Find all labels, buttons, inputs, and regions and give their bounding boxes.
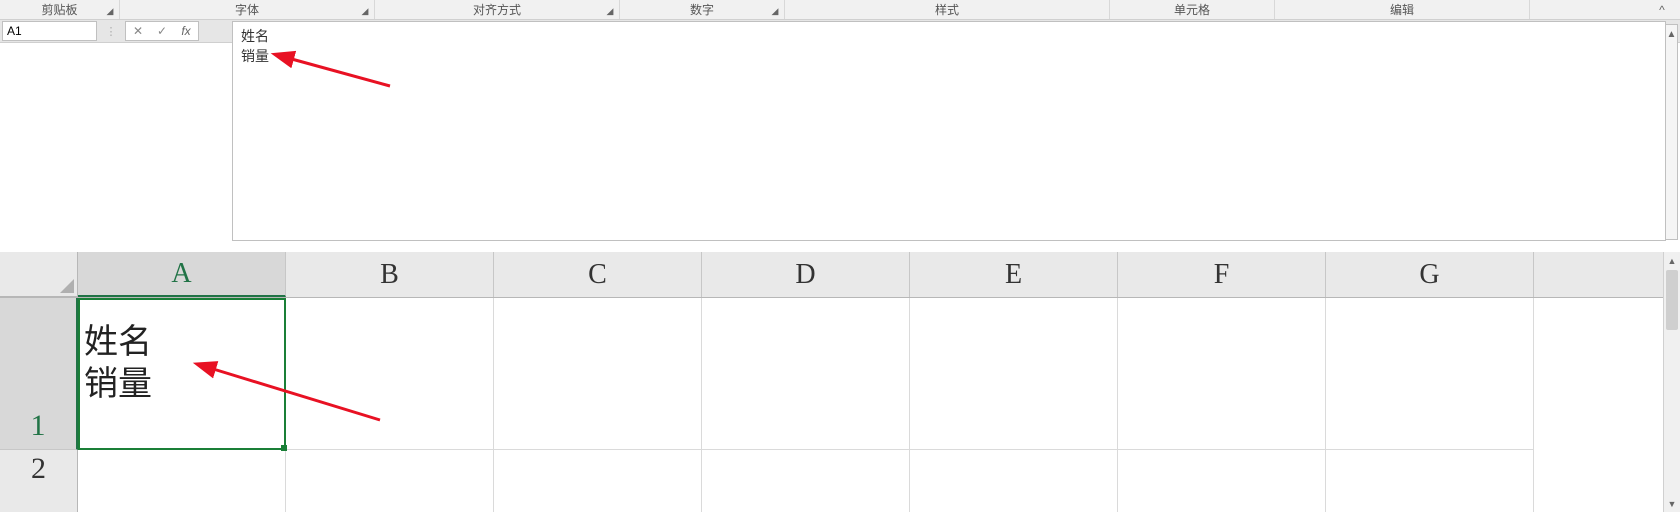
sheet-area: A B C D E F G 1 姓名 销量 2	[0, 252, 1680, 512]
cell-E1[interactable]	[910, 298, 1118, 450]
column-headers: A B C D E F G	[0, 252, 1663, 298]
grid[interactable]: A B C D E F G 1 姓名 销量 2	[0, 252, 1663, 512]
ribbon-group-label: 对齐方式	[375, 1, 619, 18]
cell-C1[interactable]	[494, 298, 702, 450]
select-all-corner[interactable]	[0, 252, 78, 297]
cell-F1[interactable]	[1118, 298, 1326, 450]
rows-wrap: 1 姓名 销量 2	[0, 298, 1663, 512]
ribbon-group-label: 剪贴板	[0, 1, 119, 18]
formula-bar-line1: 姓名	[241, 28, 269, 44]
ribbon-group-clipboard: 剪贴板 ◢	[0, 0, 120, 19]
ribbon-group-label: 编辑	[1275, 1, 1529, 18]
ribbon-group-number: 数字 ◢	[620, 0, 785, 19]
scroll-thumb[interactable]	[1666, 270, 1678, 330]
formula-bar-line2: 销量	[241, 48, 269, 64]
row-header-2[interactable]: 2	[0, 450, 78, 512]
column-header-B[interactable]: B	[286, 252, 494, 297]
grid-row-1: 1 姓名 销量	[0, 298, 1663, 450]
cell-G1[interactable]	[1326, 298, 1534, 450]
column-header-D[interactable]: D	[702, 252, 910, 297]
ribbon-group-label: 单元格	[1110, 1, 1274, 18]
row-header-1[interactable]: 1	[0, 298, 78, 450]
cell-E2[interactable]	[910, 450, 1118, 512]
cell-G2[interactable]	[1326, 450, 1534, 512]
ribbon-group-alignment: 对齐方式 ◢	[375, 0, 620, 19]
ribbon-group-label: 字体	[120, 1, 374, 18]
formula-bar-buttons: ✕ ✓ fx	[125, 21, 199, 41]
cancel-icon[interactable]: ✕	[126, 22, 150, 41]
dialog-launcher-icon[interactable]: ◢	[603, 4, 617, 18]
column-header-A[interactable]: A	[78, 252, 286, 297]
enter-icon[interactable]: ✓	[150, 22, 174, 41]
ribbon-group-cells: 单元格	[1110, 0, 1275, 19]
ribbon-group-editing: 编辑	[1275, 0, 1530, 19]
name-box[interactable]: ▼	[2, 21, 97, 41]
grid-row-2: 2	[0, 450, 1663, 512]
column-header-E[interactable]: E	[910, 252, 1118, 297]
column-header-C[interactable]: C	[494, 252, 702, 297]
cell-A2[interactable]	[78, 450, 286, 512]
dialog-launcher-icon[interactable]: ◢	[103, 4, 117, 18]
cell-C2[interactable]	[494, 450, 702, 512]
column-header-G[interactable]: G	[1326, 252, 1534, 297]
column-header-F[interactable]: F	[1118, 252, 1326, 297]
ribbon-group-row: 剪贴板 ◢ 字体 ◢ 对齐方式 ◢ 数字 ◢ 样式 单元格 编辑 ^	[0, 0, 1680, 20]
vertical-scrollbar[interactable]: ▲ ▼	[1663, 252, 1680, 512]
fx-icon[interactable]: fx	[174, 22, 198, 41]
cell-D1[interactable]	[702, 298, 910, 450]
formula-bar[interactable]: 姓名 销量	[232, 21, 1666, 241]
separator-dots: ⋮	[97, 20, 125, 42]
cell-F2[interactable]	[1118, 450, 1326, 512]
scroll-up-icon[interactable]: ▲	[1664, 252, 1680, 269]
dialog-launcher-icon[interactable]: ◢	[358, 4, 372, 18]
scroll-down-icon[interactable]: ▼	[1664, 495, 1680, 512]
ribbon-group-label: 样式	[785, 1, 1109, 18]
ribbon-group-label: 数字	[620, 1, 784, 18]
cell-A1[interactable]: 姓名 销量	[78, 298, 286, 450]
cell-D2[interactable]	[702, 450, 910, 512]
collapse-ribbon-icon[interactable]: ^	[1652, 2, 1672, 18]
ribbon-group-styles: 样式	[785, 0, 1110, 19]
formula-bar-collapse-icon[interactable]: ▲	[1666, 24, 1678, 240]
dialog-launcher-icon[interactable]: ◢	[768, 4, 782, 18]
cell-B1[interactable]	[286, 298, 494, 450]
cell-B2[interactable]	[286, 450, 494, 512]
ribbon-group-font: 字体 ◢	[120, 0, 375, 19]
